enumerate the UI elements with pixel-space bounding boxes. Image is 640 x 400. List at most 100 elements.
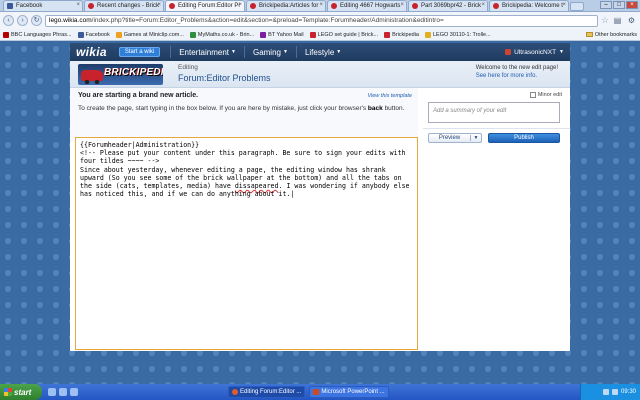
text-cursor: | [290,190,295,199]
brickipedia-icon [309,31,316,38]
back-arrow-icon[interactable]: ‹ [3,15,14,26]
tab-label: Facebook [16,3,43,9]
preview-label: Preview [438,135,461,141]
nav-label: Lifestyle [304,47,335,57]
chevron-down-icon[interactable]: ▼ [470,135,481,141]
notice-text: To create the page, start typing in the … [78,105,367,112]
bookmark-item[interactable]: BBC Languages Phras... [3,31,72,38]
bookmark-item[interactable]: LEGO set guide | Brick... [309,31,379,38]
close-icon[interactable]: × [238,2,242,8]
browser-tab-strip: Facebook × Recent changes - Brick × Editin… [0,0,640,12]
bookmark-star-icon[interactable]: ☆ [601,15,609,26]
notice-bold: back [367,105,383,112]
chrome-icon [232,389,238,395]
tab-label: Brickipedia:Articles for [259,3,319,9]
view-template-link[interactable]: View this template [367,93,412,99]
close-icon[interactable]: × [76,2,80,8]
folder-icon [585,32,593,37]
tab-label: Editing 4667 Hogwarts [340,3,401,9]
edit-summary-input[interactable]: Add a summary of your edit [428,102,560,123]
mymaths-icon [189,31,196,38]
tab-facebook[interactable]: Facebook × [3,0,83,11]
bookmark-item[interactable]: MyMaths.co.uk - Brin... [189,31,254,38]
start-a-wiki-button[interactable]: Start a wiki [118,47,161,57]
bookmark-label: LEGO set guide | Brick... [317,31,379,38]
tab-welcome[interactable]: Brickipedia: Welcome t × [489,0,569,11]
wrench-icon[interactable]: ⚙ [626,15,637,26]
other-bookmarks[interactable]: Other bookmarks [585,31,637,38]
address-bar[interactable]: lego.wikia.com/index.php?title=Forum:Edi… [45,14,598,27]
minor-edit-checkbox[interactable] [529,92,536,98]
url-path: /index.php?title=Forum:Editor_Problems&a… [91,17,444,24]
editor-line: {{Forumheader|Administration}} [80,141,200,149]
chevron-down-icon: ▼ [336,49,342,55]
wikia-logo[interactable]: wikia [76,45,107,59]
minor-edit-option[interactable]: Minor edit [529,92,562,98]
bookmark-item[interactable]: LEGO 30110-1: Trolle... [424,31,491,38]
tab-part[interactable]: Part 3069bpr42 - Brick × [408,0,488,11]
system-tray: 09:30 [580,384,640,400]
forward-arrow-icon[interactable]: › [17,15,28,26]
close-icon[interactable]: × [562,2,566,8]
bookmark-item[interactable]: Brickipedia [384,31,419,38]
minor-edit-label: Minor edit [537,92,562,98]
nav-label: Gaming [252,47,281,57]
close-icon[interactable]: × [319,2,323,8]
new-article-notice: You are starting a brand new article. Vi… [70,88,418,142]
car-icon [81,70,103,84]
edit-page: BRICKIPEDIA Editing Forum:Editor Problem… [70,61,570,351]
avatar [505,49,512,55]
close-icon[interactable]: × [157,2,161,8]
notice-title: You are starting a brand new article. [78,92,199,99]
nav-entertainment[interactable]: Entertainment ▼ [179,48,236,57]
reload-icon[interactable]: ↻ [31,15,42,26]
divider [423,128,570,129]
tab-editing-hogwarts[interactable]: Editing 4667 Hogwarts × [327,0,407,11]
chevron-down-icon: ▼ [231,49,236,55]
other-bookmarks-label: Other bookmarks [594,31,637,38]
volume-icon[interactable] [611,389,618,395]
bookmark-item[interactable]: Facebook [77,31,110,38]
close-icon[interactable]: × [400,2,404,8]
brickipedia-icon [250,3,256,9]
welcome-link[interactable]: See here for more info. [476,72,558,80]
new-tab-button[interactable] [570,2,584,11]
tab-editing-forum[interactable]: Editing Forum:Editor Pr × [165,0,245,11]
start-button[interactable]: start [0,384,42,400]
welcome-text: Welcome to the new edit page! [475,65,558,71]
wikitext-editor[interactable]: {{Forumheader|Administration}} <!-- Plea… [75,137,418,350]
quick-launch [48,388,78,396]
start-label: start [14,387,32,397]
tab-label: Recent changes - Brick [97,3,160,9]
nav-gaming[interactable]: Gaming ▼ [253,48,288,57]
close-icon[interactable]: × [481,2,485,8]
minimize-button[interactable]: – [600,1,612,9]
close-window-button[interactable]: × [626,1,638,9]
bookmark-item[interactable]: Games at Miniclip.com... [115,31,184,38]
bookmarks-bar: BBC Languages Phras... Facebook Games at… [0,29,640,41]
bookmark-label: Brickipedia [392,31,419,38]
publish-button[interactable]: Publish [488,133,560,143]
bookmark-label: LEGO 30110-1: Trolle... [432,31,491,38]
brickipedia-icon [169,3,175,9]
preview-button[interactable]: Preview ▼ [428,133,482,143]
lego-icon [424,31,431,38]
maximize-button[interactable]: □ [613,1,625,9]
taskbar-item-powerpoint[interactable]: Microsoft PowerPoint ... [309,386,389,398]
page-title[interactable]: Forum:Editor Problems [178,73,271,83]
user-menu[interactable]: UltrasonicNXT ▼ [505,49,564,56]
tab-articles-for[interactable]: Brickipedia:Articles for × [246,0,326,11]
brickipedia-logo[interactable]: BRICKIPEDIA [78,64,163,85]
nav-lifestyle[interactable]: Lifestyle ▼ [305,48,341,57]
page-menu-icon[interactable]: ▤ [612,15,623,26]
quicklaunch-icon[interactable] [70,388,78,396]
bookmark-item[interactable]: BT Yahoo Mail [260,31,304,38]
editor-line: <!-- Please put your content under this … [80,149,410,166]
clock: 09:30 [620,389,636,395]
tab-label: Part 3069bpr42 - Brick [421,3,482,9]
taskbar-item-chrome[interactable]: Editing Forum:Editor ... [228,386,306,398]
tab-recent-changes[interactable]: Recent changes - Brick × [84,0,164,11]
quicklaunch-icon[interactable] [59,388,67,396]
quicklaunch-icon[interactable] [48,388,56,396]
network-icon[interactable] [602,389,609,395]
